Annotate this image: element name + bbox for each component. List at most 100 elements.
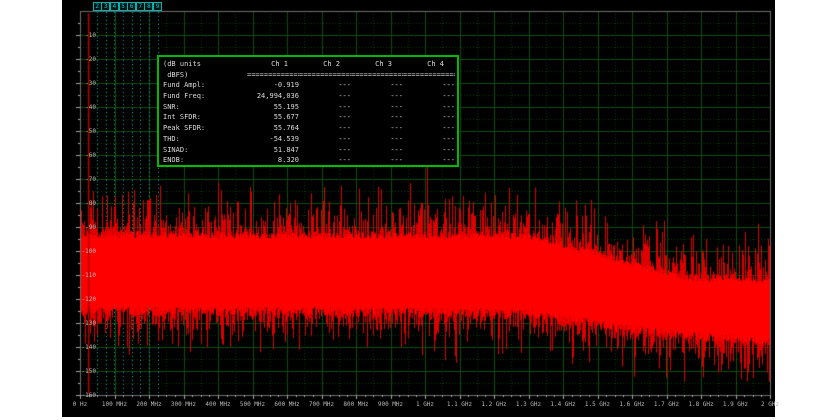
table-cell: --- <box>351 155 403 166</box>
y-tick-label: -30 <box>62 80 96 87</box>
table-cell: --- <box>299 134 351 145</box>
table-cell: Ch 4 <box>403 59 455 70</box>
table-row-label: Fund Ampl: <box>163 80 247 91</box>
x-tick-label: 2 GHz <box>761 401 779 408</box>
table-cell: Ch 1 <box>247 59 299 70</box>
table-cell: Ch 2 <box>299 59 351 70</box>
table-cell: --- <box>351 123 403 134</box>
table-cell: --- <box>299 80 351 91</box>
y-tick-label: -50 <box>62 128 96 135</box>
table-row: Fund Freq:24,994,036--------- <box>163 91 453 102</box>
x-tick-label: 500 MHz <box>240 401 265 408</box>
table-row-label: Fund Freq: <box>163 91 247 102</box>
table-row: (dB unitsCh 1Ch 2Ch 3Ch 4 <box>163 59 453 70</box>
table-cell: -54.539 <box>247 134 299 145</box>
x-tick-label: 600 MHz <box>274 401 299 408</box>
y-tick-label: -140 <box>62 344 96 351</box>
table-cell: -0.919 <box>247 80 299 91</box>
x-tick-label: 0 Hz <box>73 401 87 408</box>
x-tick-label: 1.8 GHz <box>688 401 713 408</box>
table-cell: --- <box>403 123 455 134</box>
table-row-label: Int SFDR: <box>163 112 247 123</box>
table-row: SNR:55.195--------- <box>163 102 453 113</box>
table-cell: 24,994,036 <box>247 91 299 102</box>
x-tick-label: 400 MHz <box>205 401 230 408</box>
y-tick-label: -70 <box>62 176 96 183</box>
x-tick-label: 1.4 GHz <box>550 401 575 408</box>
table-row-label: ENOB: <box>163 155 247 166</box>
table-cell: --- <box>403 134 455 145</box>
table-cell: --- <box>299 102 351 113</box>
table-cell: 51.847 <box>247 145 299 156</box>
y-tick-label: -130 <box>62 320 96 327</box>
y-tick-label: -90 <box>62 224 96 231</box>
table-cell: --- <box>299 112 351 123</box>
table-cell: --- <box>351 102 403 113</box>
y-tick-label: -80 <box>62 200 96 207</box>
table-cell: --- <box>299 155 351 166</box>
table-row-label: dBFS) <box>163 70 247 81</box>
table-row-label: THD: <box>163 134 247 145</box>
table-cell: ============= <box>403 70 455 81</box>
table-row-label: (dB units <box>163 59 247 70</box>
x-tick-label: 700 MHz <box>309 401 334 408</box>
y-tick-label: -10 <box>62 32 96 39</box>
table-row: dBFS)===================================… <box>163 70 453 81</box>
x-tick-label: 200 MHz <box>136 401 161 408</box>
table-cell: --- <box>351 91 403 102</box>
table-cell: --- <box>403 80 455 91</box>
y-tick-label: -120 <box>62 296 96 303</box>
table-cell: --- <box>299 145 351 156</box>
table-cell: 55.195 <box>247 102 299 113</box>
harmonic-marker-badge[interactable]: 9 <box>153 2 162 11</box>
x-tick-label: 800 MHz <box>343 401 368 408</box>
table-row-label: SNR: <box>163 102 247 113</box>
table-cell: --- <box>351 112 403 123</box>
table-row: THD:-54.539--------- <box>163 134 453 145</box>
table-cell: --- <box>403 155 455 166</box>
table-cell: --- <box>351 145 403 156</box>
table-cell: --- <box>403 145 455 156</box>
table-cell: 55.764 <box>247 123 299 134</box>
table-row: SINAD:51.847--------- <box>163 145 453 156</box>
table-cell: --- <box>299 91 351 102</box>
table-cell: --- <box>403 102 455 113</box>
x-tick-label: 300 MHz <box>171 401 196 408</box>
table-cell: ============= <box>247 70 299 81</box>
x-tick-label: 1.1 GHz <box>447 401 472 408</box>
table-row: ENOB:8.320--------- <box>163 155 453 166</box>
x-tick-label: 1.5 GHz <box>585 401 610 408</box>
table-cell: 8.320 <box>247 155 299 166</box>
table-row: Int SFDR:55.677--------- <box>163 112 453 123</box>
y-tick-label: -60 <box>62 152 96 159</box>
y-tick-label: -110 <box>62 272 96 279</box>
y-tick-label: -150 <box>62 368 96 375</box>
x-tick-label: 100 MHz <box>102 401 127 408</box>
table-row: Peak SFDR:55.764--------- <box>163 123 453 134</box>
x-tick-label: 1.2 GHz <box>481 401 506 408</box>
table-cell: --- <box>403 91 455 102</box>
table-cell: --- <box>351 134 403 145</box>
y-tick-label: -20 <box>62 56 96 63</box>
x-tick-label: 1.9 GHz <box>723 401 748 408</box>
x-tick-label: 900 MHz <box>378 401 403 408</box>
table-cell: --- <box>403 112 455 123</box>
x-tick-label: 1.3 GHz <box>516 401 541 408</box>
y-tick-label: -100 <box>62 248 96 255</box>
y-tick-label: -40 <box>62 104 96 111</box>
table-cell: ============= <box>351 70 403 81</box>
fft-analyzer-panel: -10 -20 -30 -40 -50 -60 -70 -80 -90 -100 -110 -120 -… <box>62 0 775 417</box>
table-cell: --- <box>351 80 403 91</box>
table-row: Fund Ampl:-0.919--------- <box>163 80 453 91</box>
table-cell: --- <box>299 123 351 134</box>
table-row-label: SINAD: <box>163 145 247 156</box>
measurement-readout-table: (dB unitsCh 1Ch 2Ch 3Ch 4 dBFS)=========… <box>157 55 459 167</box>
screenshot-root: -10 -20 -30 -40 -50 -60 -70 -80 -90 -100 -110 -120 -… <box>0 0 840 420</box>
y-tick-label: -160 <box>62 392 96 399</box>
x-tick-label: 1.7 GHz <box>654 401 679 408</box>
x-tick-label: 1.6 GHz <box>619 401 644 408</box>
table-cell: 55.677 <box>247 112 299 123</box>
table-cell: Ch 3 <box>351 59 403 70</box>
table-row-label: Peak SFDR: <box>163 123 247 134</box>
x-tick-label: 1 GHz <box>416 401 434 408</box>
